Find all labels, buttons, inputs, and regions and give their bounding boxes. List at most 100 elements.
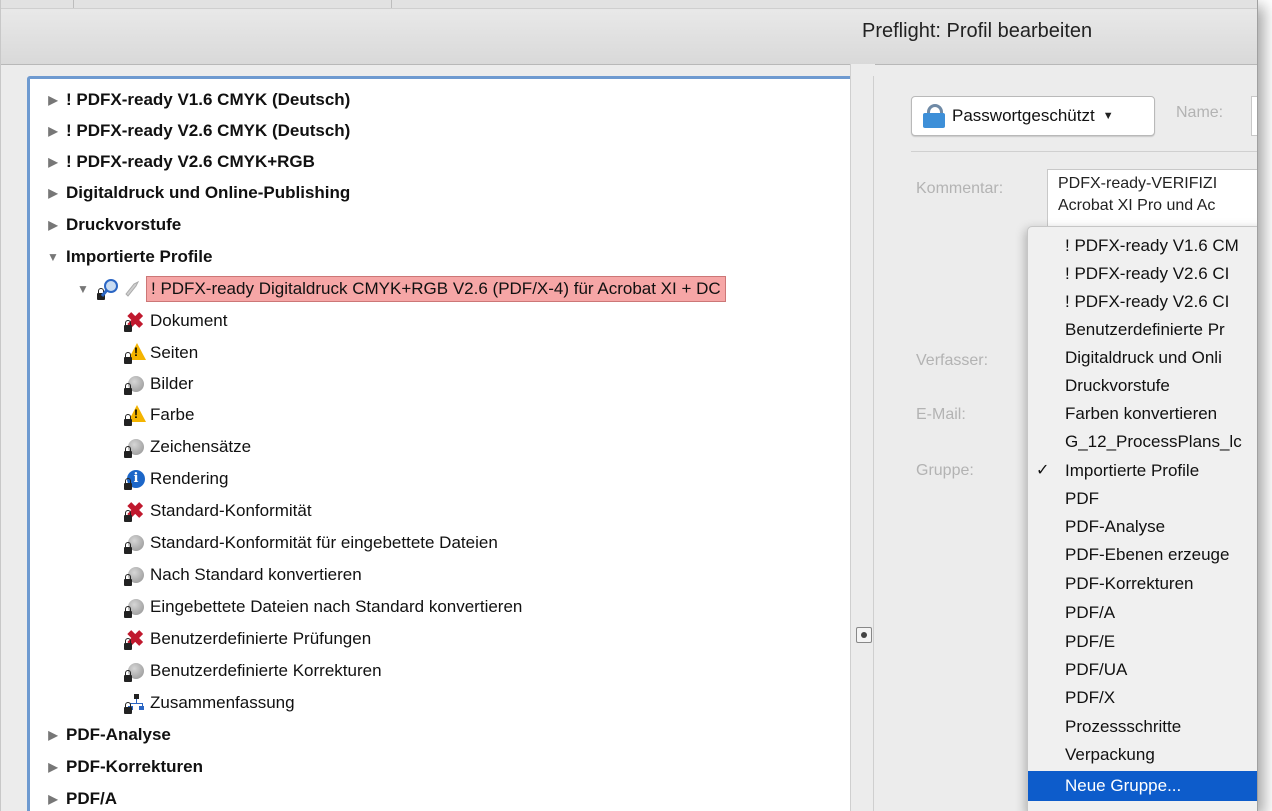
- tree-item-standard-konformitaet[interactable]: ✖ Standard-Konformität: [124, 496, 312, 526]
- menu-item[interactable]: Verpackung: [1028, 741, 1257, 769]
- tree-group-label: Importierte Profile: [66, 247, 213, 266]
- menu-item-selected[interactable]: ✓ Importierte Profile: [1028, 457, 1257, 485]
- tree-group-druckvorstufe[interactable]: ▶ Druckvorstufe: [44, 210, 181, 240]
- tree-group-pdf-analyse[interactable]: ▶ PDF-Analyse: [44, 720, 171, 750]
- profile-tree[interactable]: ▶ ! PDFX-ready V1.6 CMYK (Deutsch) ▶ ! P…: [27, 76, 854, 811]
- disclosure-triangle-icon[interactable]: ▶: [44, 186, 62, 200]
- menu-item[interactable]: PDF-Analyse: [1028, 513, 1257, 541]
- error-x-icon: ✖: [124, 308, 145, 333]
- tree-item-seiten[interactable]: Seiten: [124, 338, 198, 368]
- tree-group-pdf-korrekturen[interactable]: ▶ PDF-Korrekturen: [44, 752, 203, 782]
- tree-item-farbe[interactable]: Farbe: [124, 400, 194, 430]
- tree-group-label: PDF/A: [66, 789, 117, 808]
- menu-item[interactable]: Farben konvertieren: [1028, 400, 1257, 428]
- tree-item-benutzerdefinierte-pruefungen[interactable]: ✖ Benutzerdefinierte Prüfungen: [124, 624, 371, 654]
- tree-item-label: Farbe: [150, 405, 195, 424]
- group-dropdown-menu[interactable]: ! PDFX-ready V1.6 CM ! PDFX-ready V2.6 C…: [1027, 226, 1257, 811]
- tree-group-label: PDF-Korrekturen: [66, 757, 203, 776]
- tree-item-dokument[interactable]: ✖ Dokument: [124, 306, 227, 336]
- tree-group-importierte-profile[interactable]: ▼ Importierte Profile: [44, 242, 212, 272]
- comment-line: PDFX-ready-VERIFIZI: [1058, 175, 1218, 192]
- preflight-edit-window: Preflight: Profil bearbeiten ▶ ! PDFX-re…: [0, 0, 1258, 811]
- tree-item-label: Eingebettete Dateien nach Standard konve…: [150, 597, 523, 616]
- menu-item[interactable]: PDF/X: [1028, 684, 1257, 712]
- name-label: Name:: [1176, 104, 1224, 121]
- menu-item[interactable]: Prozessschritte: [1028, 713, 1257, 741]
- padlock-icon: [922, 104, 946, 128]
- menu-item[interactable]: ! PDFX-ready V1.6 CM: [1028, 232, 1257, 260]
- disclosure-triangle-icon[interactable]: ▶: [44, 760, 62, 774]
- tree-item-label: Zeichensätze: [150, 437, 252, 456]
- window-title: Preflight: Profil bearbeiten: [862, 20, 1093, 42]
- inactive-gray-icon: [124, 564, 146, 586]
- disclosure-triangle-icon[interactable]: ▶: [44, 93, 62, 107]
- inactive-gray-icon: [124, 373, 146, 395]
- menu-item[interactable]: G_12_ProcessPlans_lc: [1028, 428, 1257, 456]
- tree-item-zeichensaetze[interactable]: Zeichensätze: [124, 432, 251, 462]
- tree-item-eingebettete-konvertieren[interactable]: Eingebettete Dateien nach Standard konve…: [124, 592, 522, 622]
- comment-label: Kommentar:: [916, 180, 1004, 197]
- tree-item-label: Zusammenfassung: [150, 693, 295, 712]
- menu-item[interactable]: Druckvorstufe: [1028, 372, 1257, 400]
- tree-item-benutzerdefinierte-korrekturen[interactable]: Benutzerdefinierte Korrekturen: [124, 656, 382, 686]
- comment-line: Acrobat XI Pro und Ac: [1058, 197, 1216, 214]
- tree-group-label: PDF-Analyse: [66, 725, 171, 744]
- checkmark-icon: ✓: [1036, 462, 1050, 479]
- tree-group-label: ! PDFX-ready V2.6 CMYK (Deutsch): [66, 121, 351, 140]
- menu-item[interactable]: Digitaldruck und Onli: [1028, 344, 1257, 372]
- disclosure-triangle-expanded-icon[interactable]: ▼: [74, 282, 92, 296]
- tree-item-label: Standard-Konformität für eingebettete Da…: [150, 533, 498, 552]
- menu-item[interactable]: PDF/UA: [1028, 656, 1257, 684]
- disclosure-triangle-icon[interactable]: ▶: [44, 218, 62, 232]
- menu-item[interactable]: Benutzerdefinierte Pr: [1028, 316, 1257, 344]
- tree-group-label: ! PDFX-ready V2.6 CMYK+RGB: [66, 152, 315, 171]
- tree-group-pdfx-v26-cmyk[interactable]: ▶ ! PDFX-ready V2.6 CMYK (Deutsch): [44, 116, 350, 146]
- menu-item[interactable]: ! PDFX-ready V2.6 CI: [1028, 288, 1257, 316]
- menu-item[interactable]: PDF-Korrekturen: [1028, 570, 1257, 598]
- menu-item[interactable]: PDF/A: [1028, 599, 1257, 627]
- inactive-gray-icon: [124, 660, 146, 682]
- tree-group-pdf-a[interactable]: ▶ PDF/A: [44, 784, 117, 811]
- inactive-gray-icon: [124, 436, 146, 458]
- splitter-grip-handle[interactable]: [856, 627, 872, 643]
- tree-item-nach-standard-konvertieren[interactable]: Nach Standard konvertieren: [124, 560, 362, 590]
- tree-item-label: Benutzerdefinierte Prüfungen: [150, 629, 372, 648]
- tree-item-label: Nach Standard konvertieren: [150, 565, 362, 584]
- tab-strip: [1, 0, 1257, 9]
- disclosure-triangle-expanded-icon[interactable]: ▼: [44, 250, 62, 264]
- menu-item[interactable]: PDF-Ebenen erzeuge: [1028, 541, 1257, 569]
- tree-item-bilder[interactable]: Bilder: [124, 369, 193, 399]
- disclosure-triangle-icon[interactable]: ▶: [44, 728, 62, 742]
- tree-item-label: Seiten: [150, 343, 199, 362]
- error-x-icon: ✖: [124, 626, 145, 651]
- menu-item-new-group[interactable]: Neue Gruppe...: [1028, 771, 1257, 801]
- tree-group-pdfx-v26-cmyk-rgb[interactable]: ▶ ! PDFX-ready V2.6 CMYK+RGB: [44, 147, 315, 177]
- disclosure-triangle-icon[interactable]: ▶: [44, 792, 62, 806]
- tree-item-standard-konformitaet-eingebettet[interactable]: Standard-Konformität für eingebettete Da…: [124, 528, 498, 558]
- disclosure-triangle-icon[interactable]: ▶: [44, 155, 62, 169]
- tree-profile-selected[interactable]: ▼ ! PDFX-ready Digitaldruck CMYK+RGB V2.…: [74, 274, 726, 304]
- chevron-down-icon: ▼: [1102, 110, 1114, 122]
- title-bar: Preflight: Profil bearbeiten: [1, 0, 1257, 65]
- tree-group-digitaldruck[interactable]: ▶ Digitaldruck und Online-Publishing: [44, 178, 350, 208]
- menu-item[interactable]: ! PDFX-ready V2.6 CI: [1028, 260, 1257, 288]
- tree-item-label: Bilder: [150, 374, 194, 393]
- menu-item[interactable]: PDF: [1028, 485, 1257, 513]
- disclosure-triangle-icon[interactable]: ▶: [44, 124, 62, 138]
- tree-group-label: Digitaldruck und Online-Publishing: [66, 183, 351, 202]
- password-protected-popup-button[interactable]: Passwortgeschützt ▼: [911, 96, 1155, 136]
- group-label: Gruppe:: [916, 462, 974, 479]
- tree-item-label: Rendering: [150, 469, 229, 488]
- menu-item[interactable]: PDF/E: [1028, 628, 1257, 656]
- info-icon: i: [124, 468, 146, 490]
- inactive-gray-icon: [124, 532, 146, 554]
- warning-icon: [124, 342, 146, 364]
- tree-group-pdfx-v16-cmyk[interactable]: ▶ ! PDFX-ready V1.6 CMYK (Deutsch): [44, 85, 350, 115]
- panel-splitter[interactable]: [850, 64, 875, 811]
- tree-item-zusammenfassung[interactable]: Zusammenfassung: [124, 688, 295, 718]
- tree-item-rendering[interactable]: i Rendering: [124, 464, 228, 494]
- error-x-icon: ✖: [124, 498, 145, 523]
- name-field[interactable]: [1251, 96, 1257, 136]
- tree-item-label: Standard-Konformität: [150, 501, 312, 520]
- author-label: Verfasser:: [916, 352, 989, 369]
